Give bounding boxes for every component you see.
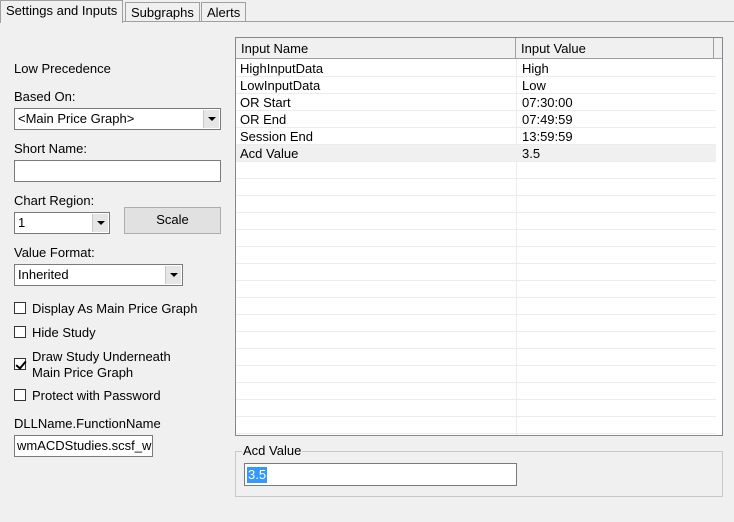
empty-row [236, 247, 716, 264]
empty-row [236, 349, 716, 366]
table-row[interactable]: HighInputData High [236, 60, 716, 77]
input-value-cell[interactable]: 13:59:59 [518, 128, 573, 145]
value-format-label: Value Format: [14, 245, 95, 260]
chart-region-label: Chart Region: [14, 193, 95, 208]
draw-study-underneath-label-line2: Main Price Graph [32, 365, 134, 380]
table-row-selected[interactable]: Acd Value 3.5 [236, 145, 716, 162]
tab-settings-and-inputs[interactable]: Settings and Inputs [0, 0, 124, 23]
short-name-input[interactable] [14, 160, 221, 182]
empty-row [236, 315, 716, 332]
hide-study-label: Hide Study [32, 325, 96, 340]
protect-with-password-checkbox[interactable] [14, 389, 26, 401]
protect-with-password-label: Protect with Password [32, 388, 161, 403]
value-format-value: Inherited [18, 267, 69, 282]
empty-row [236, 162, 716, 179]
column-header-input-value[interactable]: Input Value [516, 38, 714, 59]
dll-function-label: DLLName.FunctionName [14, 416, 161, 431]
chart-region-value: 1 [18, 215, 26, 230]
empty-row [236, 332, 716, 349]
table-row[interactable]: OR End 07:49:59 [236, 111, 716, 128]
input-value-cell[interactable]: 07:49:59 [518, 111, 573, 128]
display-as-main-price-graph-label: Display As Main Price Graph [32, 301, 198, 316]
acd-value-selected-text: 3.5 [247, 467, 268, 483]
empty-row [236, 196, 716, 213]
input-name-cell: Acd Value [240, 146, 299, 161]
input-name-cell: OR Start [240, 95, 291, 110]
empty-row [236, 179, 716, 196]
table-row[interactable]: Session End 13:59:59 [236, 128, 716, 145]
tab-subgraphs[interactable]: Subgraphs [125, 2, 200, 22]
acd-value-group-legend: Acd Value [242, 443, 303, 458]
empty-row [236, 383, 716, 400]
empty-row [236, 281, 716, 298]
column-header-input-name[interactable]: Input Name [236, 38, 516, 59]
input-value-cell[interactable]: 3.5 [518, 145, 540, 162]
display-as-main-price-graph-checkbox[interactable] [14, 302, 26, 314]
input-value-cell[interactable]: Low [518, 77, 546, 94]
short-name-label: Short Name: [14, 141, 87, 156]
input-name-cell: OR End [240, 112, 287, 127]
empty-row [236, 213, 716, 230]
chart-region-select[interactable]: 1 [14, 212, 110, 234]
value-format-select[interactable]: Inherited [14, 264, 183, 286]
empty-row [236, 400, 716, 417]
input-name-cell: Session End [240, 129, 313, 144]
tab-bar: Settings and Inputs Subgraphs Alerts [0, 0, 734, 23]
based-on-label: Based On: [14, 89, 76, 104]
empty-row [236, 417, 716, 434]
input-name-cell: HighInputData [240, 61, 324, 76]
empty-row [236, 366, 716, 383]
inputs-grid: Input Name Input Value HighInputData Hig… [235, 37, 723, 436]
acd-value-input[interactable]: 3.5 [244, 463, 517, 486]
precedence-label: Low Precedence [14, 61, 111, 76]
draw-study-underneath-label: Draw Study Underneath [32, 349, 171, 364]
empty-row [236, 298, 716, 315]
scale-button[interactable]: Scale [124, 207, 221, 234]
dll-function-input[interactable]: wmACDStudies.scsf_w [14, 435, 153, 457]
chevron-down-icon[interactable] [165, 266, 181, 284]
empty-row [236, 264, 716, 281]
input-value-cell[interactable]: 07:30:00 [518, 94, 573, 111]
table-row[interactable]: OR Start 07:30:00 [236, 94, 716, 111]
chevron-down-icon[interactable] [203, 110, 219, 128]
input-name-cell: LowInputData [240, 78, 321, 93]
tab-alerts[interactable]: Alerts [201, 2, 247, 22]
hide-study-checkbox[interactable] [14, 326, 26, 338]
grid-header: Input Name Input Value [236, 38, 722, 59]
draw-study-underneath-checkbox[interactable] [14, 358, 26, 370]
table-row[interactable]: LowInputData Low [236, 77, 716, 94]
based-on-select[interactable]: <Main Price Graph> [14, 108, 221, 130]
chevron-down-icon[interactable] [92, 214, 108, 232]
input-value-cell[interactable]: High [518, 60, 549, 77]
based-on-value: <Main Price Graph> [18, 111, 135, 126]
empty-row [236, 230, 716, 247]
